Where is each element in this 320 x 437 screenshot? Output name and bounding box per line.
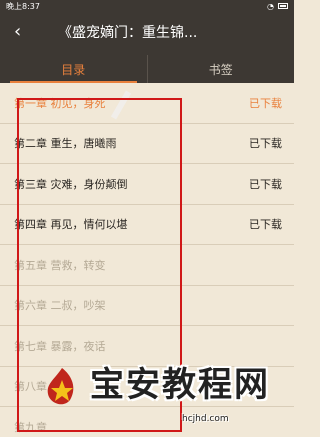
tab-catalog-label: 目录 (61, 62, 86, 77)
chapter-item[interactable]: 第二章 重生，唐曦雨 已下载 (0, 124, 294, 164)
chapter-item[interactable]: 第七章 暴露，夜话 (0, 326, 294, 367)
chapter-list: 第一章 初见，身死 已下载 第二章 重生，唐曦雨 已下载 第三章 灾难，身份颠倒… (0, 83, 294, 437)
wifi-icon: ◔ (267, 1, 274, 11)
chapter-item[interactable]: 第一章 初见，身死 已下载 (0, 83, 294, 124)
chapter-status: 已下载 (249, 177, 282, 191)
status-icons: ◔ (267, 2, 288, 11)
chapter-title: 第九章 (14, 420, 47, 434)
tab-bookmarks-label: 书签 (208, 62, 233, 77)
chapter-title: 第八章 (14, 380, 47, 394)
chapter-item[interactable]: 第四章 再见，情何以堪 已下载 (0, 205, 294, 245)
chapter-item[interactable]: 第五章 营救，转变 (0, 245, 294, 286)
book-title: 《盛宠嫡门：重生锦... (58, 25, 198, 41)
chapter-item[interactable]: 第九章 (0, 407, 294, 437)
tab-bookmarks[interactable]: 书签 (148, 55, 295, 83)
chapter-item[interactable]: 第八章 (0, 367, 294, 407)
chapter-status: 已下载 (249, 218, 282, 232)
chapter-title: 第三章 灾难，身份颠倒 (14, 177, 128, 191)
status-time: 晚上8:37 (6, 1, 40, 11)
chapter-title: 第二章 重生，唐曦雨 (14, 137, 117, 151)
tab-catalog[interactable]: 目录 (0, 55, 147, 83)
chapter-status: 已下载 (249, 137, 282, 151)
chapter-title: 第五章 营救，转变 (14, 258, 106, 272)
chapter-title: 第六章 二叔，吵架 (14, 299, 106, 313)
chapter-item[interactable]: 第三章 灾难，身份颠倒 已下载 (0, 164, 294, 205)
reader-header: ‹ 《盛宠嫡门：重生锦... (0, 12, 294, 55)
chapter-title: 第七章 暴露，夜话 (14, 339, 106, 353)
tab-bar: 目录 书签 (0, 55, 294, 83)
back-icon[interactable]: ‹ (14, 20, 21, 44)
chapter-item[interactable]: 第六章 二叔，吵架 (0, 286, 294, 326)
battery-icon (278, 3, 288, 9)
chapter-title: 第一章 初见，身死 (14, 96, 106, 110)
chapter-status: 已下载 (249, 96, 282, 110)
status-bar: 晚上8:37 ◔ (0, 0, 294, 12)
chapter-title: 第四章 再见，情何以堪 (14, 218, 128, 232)
